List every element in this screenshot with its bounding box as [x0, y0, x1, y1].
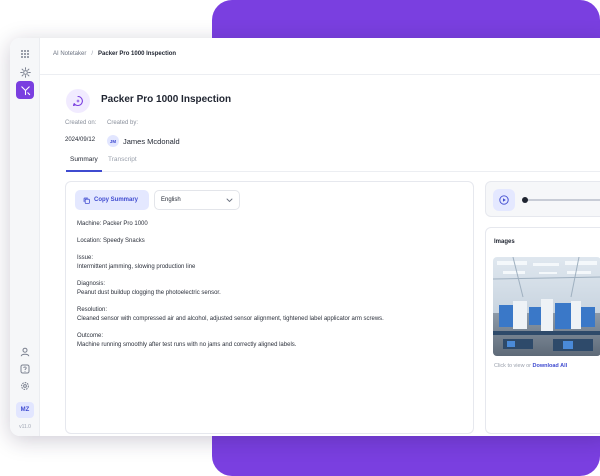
audio-player	[485, 181, 600, 217]
play-icon	[499, 195, 509, 205]
created-on-value: 2024/09/12	[65, 137, 96, 143]
summary-diagnosis: Peanut dust buildup clogging the photoel…	[77, 290, 221, 296]
breadcrumb-root[interactable]: AI Notetaker	[53, 51, 86, 57]
page-title: Packer Pro 1000 Inspection	[101, 94, 232, 105]
breadcrumb: AI Notetaker / Packer Pro 1000 Inspection	[53, 51, 176, 57]
summary-outcome: Machine running smoothly after test runs…	[77, 342, 297, 348]
breadcrumb-current: Packer Pro 1000 Inspection	[98, 51, 177, 57]
sidebar: MZ v11.0	[10, 38, 40, 436]
copy-summary-button[interactable]: Copy Summary	[75, 190, 149, 210]
summary-resolution-label: Resolution:	[77, 307, 108, 313]
summary-text: Machine: Packer Pro 1000 Location: Speed…	[77, 220, 462, 358]
copy-icon	[83, 197, 90, 204]
tab-transcript[interactable]: Transcript	[108, 156, 137, 163]
progress-track[interactable]	[523, 199, 600, 201]
active-tab-indicator	[66, 170, 102, 172]
images-title: Images	[494, 239, 515, 245]
user-avatar[interactable]: MZ	[16, 402, 34, 418]
settings-icon[interactable]	[16, 63, 34, 81]
images-card: Images Click to view or Download All	[485, 227, 600, 434]
play-button[interactable]	[493, 189, 515, 211]
created-by-label: Created by:	[107, 120, 139, 126]
progress-handle[interactable]	[522, 197, 528, 203]
sparkle-chat-icon	[66, 89, 90, 113]
workflow-icon[interactable]	[16, 81, 34, 99]
summary-card: Copy Summary English Machine: Packer Pro…	[65, 181, 474, 434]
app-window: MZ v11.0 AI Notetaker / Packer Pro 1000 In…	[10, 38, 600, 436]
creator-avatar: JM	[107, 135, 119, 147]
help-icon[interactable]	[16, 360, 34, 378]
summary-location: Location: Speedy Snacks	[77, 238, 145, 244]
images-caption: Click to view or Download All	[494, 363, 567, 369]
summary-resolution: Cleaned sensor with compressed air and a…	[77, 316, 384, 322]
summary-outcome-label: Outcome:	[77, 333, 104, 339]
created-on-label: Created on:	[65, 120, 97, 126]
breadcrumb-separator: /	[91, 51, 94, 57]
gear-icon[interactable]	[16, 377, 34, 395]
creator-name: James Mcdonald	[123, 137, 180, 146]
images-caption-text: Click to view or	[494, 363, 531, 369]
summary-diagnosis-label: Diagnosis:	[77, 281, 106, 287]
copy-summary-label: Copy Summary	[94, 197, 139, 203]
tabs-divider	[66, 171, 600, 172]
summary-machine: Machine: Packer Pro 1000	[77, 221, 148, 227]
app-version: v11.0	[19, 424, 31, 430]
header-divider	[40, 74, 600, 75]
grid-icon[interactable]	[16, 45, 34, 63]
chevron-down-icon	[226, 198, 233, 202]
tab-summary[interactable]: Summary	[70, 156, 98, 163]
user-icon[interactable]	[16, 343, 34, 361]
language-select[interactable]: English	[154, 190, 240, 210]
summary-issue-label: Issue:	[77, 255, 94, 261]
download-all-link[interactable]: Download All	[533, 363, 568, 369]
summary-issue: Intermittent jamming, slowing production…	[77, 264, 196, 270]
factory-image[interactable]	[493, 257, 600, 356]
language-value: English	[161, 197, 181, 203]
